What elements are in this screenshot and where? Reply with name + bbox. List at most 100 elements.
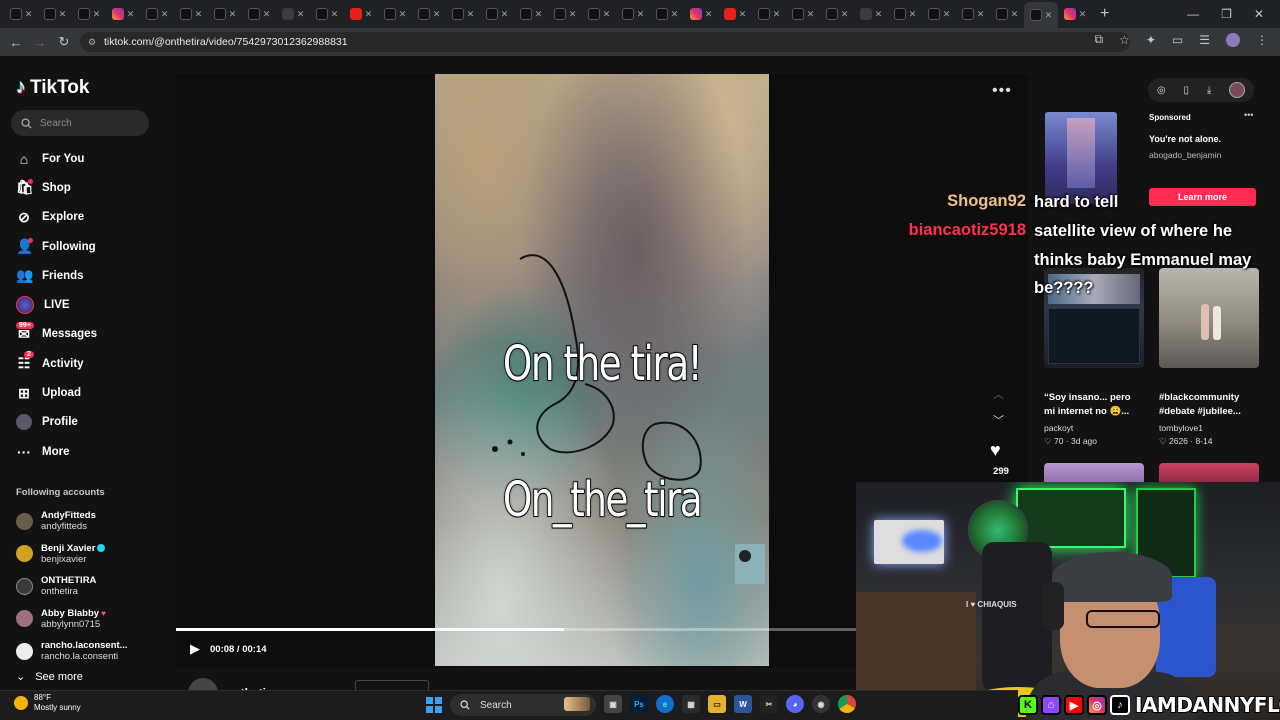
account-item[interactable]: AndyFitteds andyfitteds [16,505,166,538]
card-title[interactable]: “Soy insano... pero mi internet no 😩... [1044,391,1144,419]
close-tab-icon[interactable]: ✕ [433,9,441,20]
close-tab-icon[interactable]: ✕ [603,9,611,20]
close-tab-icon[interactable]: ✕ [909,9,917,20]
close-tab-icon[interactable]: ✕ [59,9,67,20]
close-tab-icon[interactable]: ✕ [773,9,781,20]
sidebar-item-following[interactable]: 👤 Following [16,232,166,261]
browser-tab[interactable]: ✕ [242,3,276,25]
edge-icon[interactable]: e [656,695,674,713]
sidebar-item-live[interactable]: LIVE [16,290,166,319]
browser-tab[interactable]: ✕ [650,3,684,25]
windows-start-icon[interactable] [426,697,442,713]
browser-tab[interactable]: ✕ [412,3,446,25]
close-tab-icon[interactable]: ✕ [1045,10,1053,21]
close-tab-icon[interactable]: ✕ [365,9,373,20]
media-control-icon[interactable]: ☰ [1199,33,1210,47]
download-icon[interactable]: ⤓ [1207,85,1211,96]
tiktok-logo[interactable]: ♪ TikTok [16,76,89,99]
close-tab-icon[interactable]: ✕ [161,9,169,20]
see-more-button[interactable]: ⌄ See more [16,670,83,684]
coins-icon[interactable]: ◎ [1157,85,1166,96]
video-frame[interactable]: On the tira! On_the_tira [435,74,769,666]
browser-tab[interactable]: ✕ [208,3,242,25]
chevron-down-icon[interactable]: ﹀ [993,412,1004,428]
chrome-icon[interactable] [838,695,856,713]
close-tab-icon[interactable]: ✕ [637,9,645,20]
close-tab-icon[interactable]: ✕ [263,9,271,20]
browser-tab[interactable]: ✕ [548,3,582,25]
browser-tab[interactable]: ✕ [38,3,72,25]
browser-tab[interactable]: ✕ [446,3,480,25]
browser-tab[interactable]: ✕ [344,3,378,25]
forward-icon[interactable]: → [28,35,52,50]
browser-tab[interactable]: ✕ [684,3,718,25]
browser-tab[interactable]: ✕ [4,3,38,25]
sidebar-item-upload[interactable]: ⊞ Upload [16,378,166,407]
close-tab-icon[interactable]: ✕ [229,9,237,20]
browser-tab[interactable]: ✕ [480,3,514,25]
discord-icon[interactable]: ◕ [786,695,804,713]
install-app-icon[interactable]: ⧉ [1094,32,1103,47]
sidebar-item-activity[interactable]: ☷ 2 Activity [16,349,166,378]
browser-tab-active[interactable]: ✕ [1024,2,1058,28]
task-view-icon[interactable]: ▣ [604,695,622,713]
browser-tab[interactable]: ✕ [276,3,310,25]
back-icon[interactable]: ← [4,35,28,50]
account-item[interactable]: ONTHETIRA onthetira [16,570,166,603]
url-bar[interactable]: ⚙ tiktok.com/@onthetira/video/7542973012… [80,32,1130,52]
taskbar-search[interactable]: Search [450,694,596,716]
file-explorer-icon[interactable]: ▭ [708,695,726,713]
sidebar-item-profile[interactable]: Profile [16,408,166,437]
minimize-button[interactable]: — [1187,7,1199,21]
capcut-icon[interactable]: ✂ [760,695,778,713]
browser-tab[interactable]: ✕ [378,3,412,25]
browser-menu-icon[interactable]: ⋮ [1256,33,1268,47]
new-tab-button[interactable]: + [1100,5,1109,23]
sidebar-item-friends[interactable]: 👥 Friends [16,261,166,290]
site-settings-icon[interactable]: ⚙ [88,37,96,48]
sidebar-item-explore[interactable]: ⊘ Explore [16,203,166,232]
video-progress-bar[interactable] [176,628,856,631]
like-heart-icon[interactable]: ♥ [990,440,1001,461]
photoshop-icon[interactable]: Ps [630,695,648,713]
close-tab-icon[interactable]: ✕ [569,9,577,20]
sidebar-item-more[interactable]: ··· More [16,437,166,466]
browser-tab[interactable]: ✕ [718,3,752,25]
card-author[interactable]: packoyt [1044,423,1073,433]
close-tab-icon[interactable]: ✕ [399,9,407,20]
chevron-up-icon[interactable]: ︿ [993,386,1004,402]
sidebar-item-for-you[interactable]: ⌂ For You [16,144,166,173]
play-icon[interactable]: ▶ [190,641,200,657]
close-tab-icon[interactable]: ✕ [195,9,203,20]
close-window-button[interactable]: ✕ [1254,7,1264,21]
close-tab-icon[interactable]: ✕ [739,9,747,20]
weather-widget[interactable]: 88°F Mostly sunny [14,693,81,713]
browser-tab[interactable]: ✕ [310,3,344,25]
account-item[interactable]: Abby Blabby ♥ abbylynn0715 [16,603,166,636]
browser-tab[interactable]: ✕ [752,3,786,25]
close-tab-icon[interactable]: ✕ [671,9,679,20]
browser-tab[interactable]: ✕ [888,3,922,25]
close-tab-icon[interactable]: ✕ [841,9,849,20]
close-tab-icon[interactable]: ✕ [25,9,33,20]
browser-tab[interactable]: ✕ [854,3,888,25]
split-view-icon[interactable]: ▭ [1172,33,1183,47]
reload-icon[interactable]: ↻ [52,34,76,50]
more-options-icon[interactable]: ••• [992,82,1012,100]
close-tab-icon[interactable]: ✕ [1011,9,1019,20]
close-tab-icon[interactable]: ✕ [1079,9,1087,20]
bookmark-star-icon[interactable]: ☆ [1119,33,1130,47]
word-icon[interactable]: W [734,695,752,713]
tiktok-search-input[interactable]: Search [11,110,149,136]
browser-tab[interactable]: ✕ [140,3,174,25]
account-item[interactable]: rancho.laconsent... rancho.la.consenti [16,635,166,668]
browser-tab[interactable]: ✕ [72,3,106,25]
close-tab-icon[interactable]: ✕ [331,9,339,20]
close-tab-icon[interactable]: ✕ [127,9,135,20]
store-icon[interactable]: ▦ [682,695,700,713]
browser-tab[interactable]: ✕ [1058,3,1092,25]
browser-tab[interactable]: ✕ [514,3,548,25]
browser-tab[interactable]: ✕ [820,3,854,25]
close-tab-icon[interactable]: ✕ [297,9,305,20]
close-tab-icon[interactable]: ✕ [807,9,815,20]
